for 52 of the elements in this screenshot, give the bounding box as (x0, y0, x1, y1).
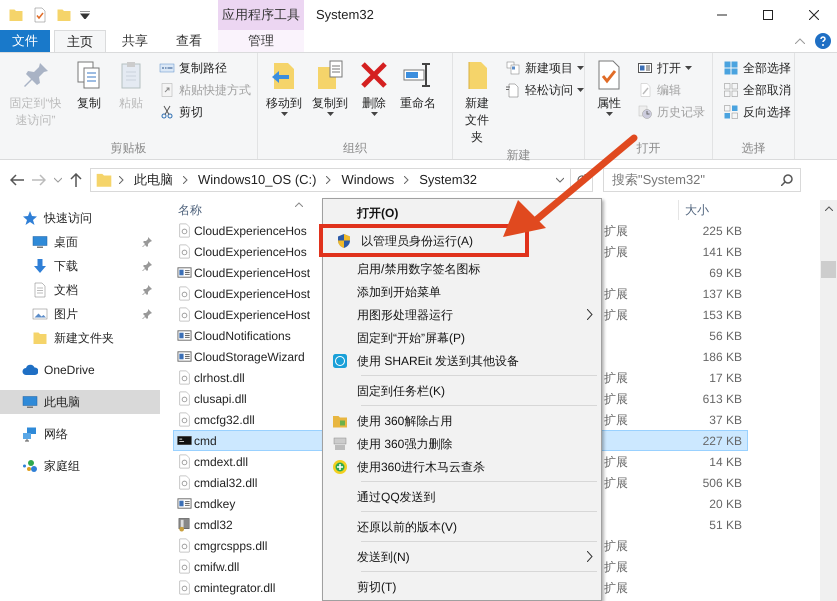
window-title: System32 (316, 6, 374, 24)
file-type: 扩展 (604, 370, 628, 384)
file-type: 扩展 (604, 244, 628, 258)
file-type: 扩展 (604, 412, 628, 426)
file-size: 14 KB (709, 454, 742, 468)
file-name: cmdl32 (194, 516, 233, 534)
file-name: CloudNotifications (194, 328, 291, 344)
file-name: CloudExperienceHost (194, 306, 310, 324)
file-size: 69 KB (709, 266, 742, 280)
file-type: 扩展 (604, 580, 628, 594)
file-size: 51 KB (709, 518, 742, 532)
file-name: cmgrcspps.dll (194, 538, 268, 554)
file-name: cmcfg32.dll (194, 412, 255, 428)
file-size: 225 KB (702, 224, 742, 238)
file-type: 扩展 (604, 538, 628, 552)
file-size: 17 KB (709, 370, 742, 384)
file-size: 227 KB (702, 434, 742, 448)
file-type: 扩展 (604, 392, 628, 406)
file-type: 扩展 (604, 476, 628, 490)
file-name: cmintegrator.dll (194, 580, 276, 596)
file-name: cmdial32.dll (194, 474, 258, 492)
file-type: 扩展 (604, 286, 628, 300)
file-type: 扩展 (604, 560, 628, 574)
file-name: clrhost.dll (194, 370, 245, 386)
file-name: CloudExperienceHost (194, 286, 310, 302)
ribbon-group-label: 打开 (636, 140, 662, 157)
ribbon-group-label: 剪贴板 (110, 140, 148, 157)
file-type: 扩展 (604, 454, 628, 468)
file-size: 613 KB (702, 392, 742, 406)
file-size: 137 KB (702, 286, 742, 300)
file-size: 56 KB (709, 328, 742, 342)
file-name: cmifw.dll (194, 558, 240, 576)
file-size: 153 KB (702, 308, 742, 322)
file-type: 扩展 (604, 308, 628, 322)
file-size: 141 KB (702, 244, 742, 258)
file-name: CloudExperienceHost (194, 264, 310, 282)
file-name: cmd (194, 432, 217, 450)
file-size: 506 KB (702, 476, 742, 490)
file-name: CloudExperienceHos (194, 244, 307, 260)
file-name: CloudExperienceHos (194, 222, 307, 240)
file-name: cmdext.dll (194, 454, 248, 470)
ribbon-group-label: 组织 (342, 140, 368, 157)
ribbon-group-label: 选择 (740, 140, 766, 157)
file-size: 37 KB (709, 412, 742, 426)
file-size: 20 KB (709, 496, 742, 510)
file-name: cmdkey (194, 496, 236, 512)
ribbon-group-label: 新建 (506, 147, 532, 164)
file-name: CloudStorageWizard (194, 348, 305, 366)
file-type: 扩展 (604, 224, 628, 238)
contextual-tab-group-header: 应用程序工具 (218, 0, 304, 30)
file-name: clusapi.dll (194, 390, 247, 408)
file-size: 186 KB (702, 350, 742, 364)
